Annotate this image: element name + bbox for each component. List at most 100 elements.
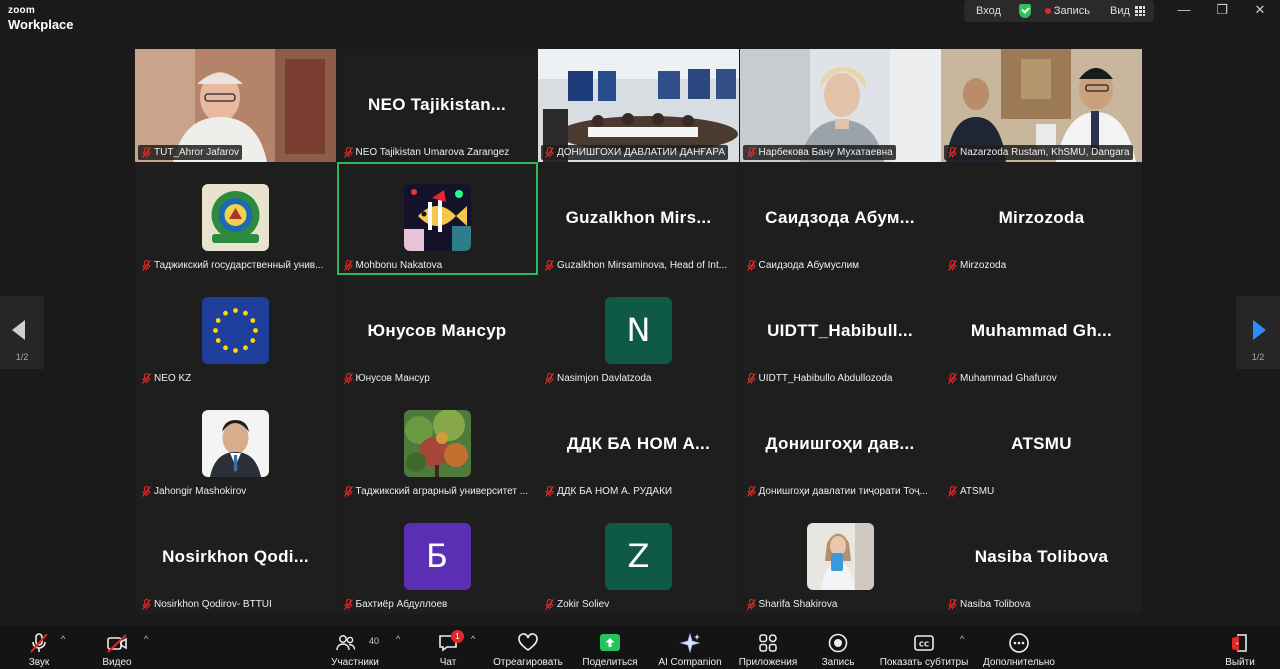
participants-button[interactable]: 40 Участники <box>324 626 386 669</box>
participant-name-tag: Таджикский государственный унив... <box>138 258 327 273</box>
ai-companion-button[interactable]: AI Companion <box>654 626 726 669</box>
participant-tile[interactable]: UIDTT_Habibull... UIDTT_Habibullo Abdullo… <box>739 275 941 388</box>
record-label: Запись <box>821 657 855 668</box>
participant-display-name: ATSMU <box>1011 434 1072 453</box>
participant-name-tag: Mohbonu Nakatova <box>339 258 446 273</box>
more-button[interactable]: Дополнительно <box>978 626 1060 669</box>
chat-options-caret-icon[interactable]: ^ <box>471 634 475 644</box>
react-label: Отреагировать <box>493 657 563 668</box>
video-button[interactable]: Видео <box>92 626 142 669</box>
leave-button[interactable]: Выйти <box>1220 626 1260 669</box>
participant-tile[interactable]: Б Бахтиёр Абдуллоев <box>336 501 538 614</box>
participant-tile[interactable]: ATSMU ATSMU <box>941 388 1142 501</box>
participant-name-tag: Muhammad Ghafurov <box>944 371 1060 386</box>
participant-display-name: Nasiba Tolibova <box>974 547 1109 566</box>
participants-label: Участники <box>331 657 379 668</box>
muted-mic-icon <box>142 486 151 497</box>
participant-name: Nasimjon Davlatzoda <box>557 373 652 384</box>
muted-mic-icon <box>746 373 756 384</box>
video-options-caret-icon[interactable]: ^ <box>144 634 148 644</box>
participant-tile[interactable]: NEO KZ <box>135 275 336 388</box>
participant-tile[interactable]: Юнусов Мансур Юнусов Мансур <box>336 275 538 388</box>
participant-tile[interactable]: Jahongir Mashokirov <box>135 388 336 501</box>
participant-name: ДДК БА НОМ А. РУДАКИ <box>557 486 673 497</box>
grid-view-icon[interactable] <box>1134 6 1145 16</box>
react-button[interactable]: Отреагировать <box>490 626 566 669</box>
participant-avatar <box>403 184 471 251</box>
restore-icon[interactable]: ❐ <box>1213 2 1231 18</box>
participant-tile[interactable]: Mirzozoda Mirzozoda <box>941 162 1142 275</box>
participant-avatar <box>202 297 269 364</box>
page-indicator-left: 1/2 <box>15 352 29 362</box>
participant-tile[interactable]: Саидзода Абум... Саидзода Абумуслим <box>739 162 941 275</box>
minimize-icon[interactable]: — <box>1175 2 1193 18</box>
participant-name-tag: TUT_Ahror Jafarov <box>138 145 243 160</box>
captions-options-caret-icon[interactable]: ^ <box>960 634 964 644</box>
record-button[interactable]: Запись <box>814 626 862 669</box>
share-button[interactable]: Поделиться <box>578 626 642 669</box>
participant-name: TUT_Ahror Jafarov <box>154 147 240 158</box>
view-button[interactable]: Вид <box>1110 5 1130 17</box>
security-shield-icon[interactable] <box>1018 4 1031 18</box>
participant-tile[interactable]: TUT_Ahror Jafarov <box>135 49 336 162</box>
participant-tile[interactable]: Nazarzoda Rustam, KhSMU, Dangara <box>941 49 1142 162</box>
participant-tile[interactable]: Донишгоҳи дав... Донишгоҳи давлатии тиҷор… <box>739 388 941 501</box>
share-screen-icon <box>600 634 620 651</box>
apps-label: Приложения <box>738 657 798 668</box>
muted-mic-icon <box>142 373 151 384</box>
muted-mic-icon <box>746 147 756 158</box>
participant-name: Юнусов Мансур <box>355 373 430 384</box>
muted-mic-icon <box>343 599 353 610</box>
participant-name-tag: Guzalkhon Mirsaminova, Head of Int... <box>541 258 731 273</box>
audio-label: Звук <box>28 657 50 668</box>
participant-tile[interactable]: NEO Tajikistan... NEO Tajikistan Umarova … <box>336 49 538 162</box>
prev-page-button[interactable]: 1/2 <box>0 296 44 369</box>
participant-display-name: NEO Tajikistan... <box>368 95 506 114</box>
muted-mic-icon <box>545 486 554 497</box>
participants-options-caret-icon[interactable]: ^ <box>396 634 400 644</box>
participant-tile[interactable]: Таджикский аграрный университет ... <box>336 388 538 501</box>
participant-name-tag: Sharifa Shakirova <box>742 597 841 612</box>
meeting-toolbar: Звук ^ Видео ^ 40 Участники ^ 1 Чат ^ От… <box>0 626 1280 669</box>
participant-tile[interactable]: Sharifa Shakirova <box>739 501 941 614</box>
chat-button[interactable]: 1 Чат <box>428 626 468 669</box>
captions-button[interactable]: CC Показать субтитры <box>876 626 972 669</box>
muted-mic-icon <box>545 147 554 158</box>
muted-mic-icon <box>343 147 353 158</box>
muted-mic-icon <box>142 147 151 158</box>
heart-icon <box>518 633 538 651</box>
next-page-button[interactable]: 1/2 <box>1236 296 1280 369</box>
participant-tile[interactable]: Muhammad Gh... Muhammad Ghafurov <box>941 275 1142 388</box>
participant-tile[interactable]: Нарбекова Бану Мухатаевна <box>739 49 941 162</box>
participant-tile[interactable]: ДОНИШГОХИ ДАВЛАТИИ ДАНҒАРА <box>538 49 739 162</box>
participant-name: Mohbonu Nakatova <box>355 260 443 271</box>
participant-tile[interactable]: Nasiba Tolibova Nasiba Tolibova <box>941 501 1142 614</box>
video-label: Видео <box>102 657 132 668</box>
audio-options-caret-icon[interactable]: ^ <box>61 634 65 644</box>
participant-name: Sharifa Shakirova <box>758 599 838 610</box>
muted-mic-icon <box>343 373 353 384</box>
muted-mic-icon <box>30 633 48 653</box>
video-off-icon <box>107 634 127 653</box>
muted-mic-icon <box>948 373 957 384</box>
participant-tile[interactable]: Таджикский государственный унив... <box>135 162 336 275</box>
participant-avatar <box>806 523 874 590</box>
muted-mic-icon <box>948 486 957 497</box>
muted-mic-icon <box>746 260 756 271</box>
recording-label[interactable]: Запись <box>1054 5 1090 17</box>
participant-tile[interactable]: ДДК БА НОМ А... ДДК БА НОМ А. РУДАКИ <box>538 388 739 501</box>
recording-dot-icon <box>1044 8 1051 14</box>
audio-button[interactable]: Звук <box>16 626 62 669</box>
close-icon[interactable]: ✕ <box>1251 2 1269 18</box>
participant-tile[interactable]: Guzalkhon Mirs... Guzalkhon Mirsaminova, … <box>538 162 739 275</box>
participant-name-tag: Nasimjon Davlatzoda <box>541 371 655 386</box>
brand-zoom: zoom <box>8 5 35 16</box>
participant-tile[interactable]: N Nasimjon Davlatzoda <box>538 275 739 388</box>
leave-label: Выйти <box>1225 657 1255 668</box>
participant-tile[interactable]: Mohbonu Nakatova <box>336 162 538 275</box>
apps-button[interactable]: Приложения <box>734 626 802 669</box>
enter-button[interactable]: Вход <box>976 5 1001 17</box>
leave-door-icon <box>1232 634 1247 652</box>
participant-tile[interactable]: Nosirkhon Qodi... Nosirkhon Qodirov- BTTU… <box>135 501 336 614</box>
participant-tile[interactable]: Z Zokir Soliev <box>538 501 739 614</box>
